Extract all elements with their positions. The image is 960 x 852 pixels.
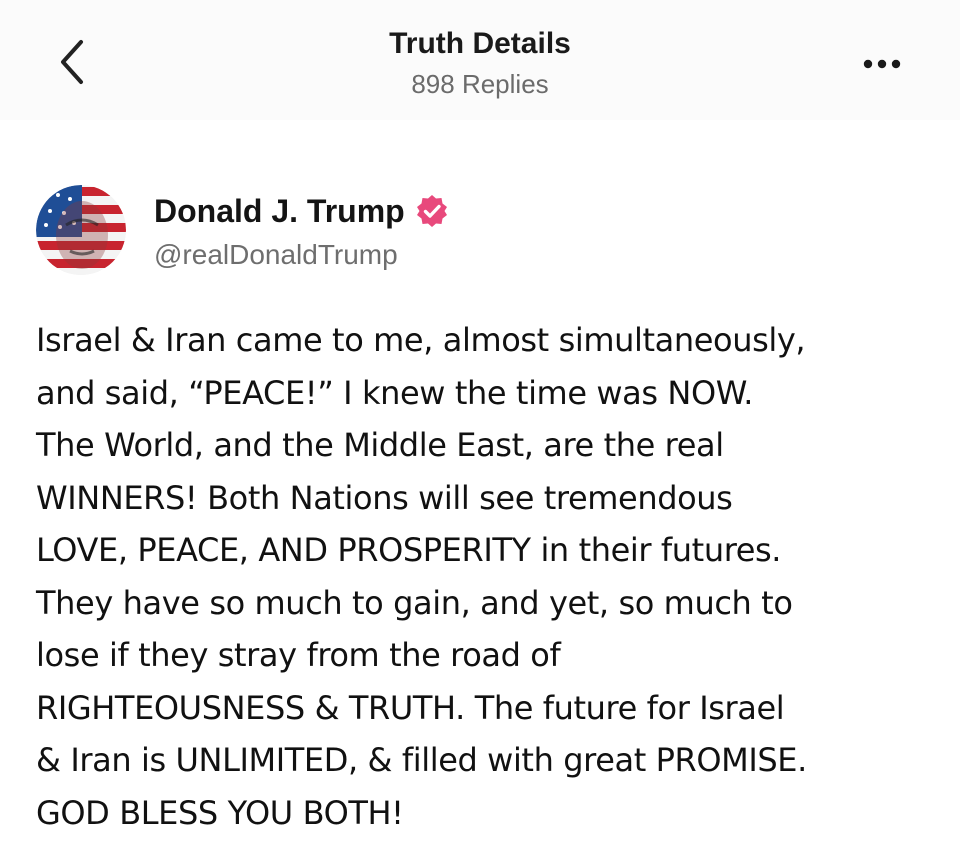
top-bar: Truth Details 898 Replies	[0, 0, 960, 120]
post-author: Donald J. Trump @realDonaldTrump	[36, 184, 449, 276]
verified-badge-icon	[416, 195, 447, 227]
post-line: & Iran is UNLIMITED, & filled with great…	[36, 741, 807, 779]
post-line: They have so much to gain, and yet, so m…	[36, 583, 793, 622]
more-options-button[interactable]	[852, 44, 912, 84]
post-line: LOVE, PEACE, AND PROSPERITY in their fut…	[36, 531, 782, 569]
post-line: WINNERS! Both Nations will see tremendou…	[36, 478, 733, 517]
post-line: lose if they stray from the road of	[36, 636, 561, 674]
replies-count: 898 Replies	[411, 69, 549, 99]
post-line: The World, and the Middle East, are the …	[36, 426, 724, 464]
author-text: Donald J. Trump @realDonaldTrump	[154, 189, 449, 271]
post-line: GOD BLESS YOU BOTH!	[36, 793, 404, 832]
page-title: Truth Details	[389, 27, 571, 60]
more-horizontal-icon	[863, 59, 901, 69]
post-text: Israel & Iran came to me, almost simulta…	[36, 314, 936, 839]
user-handle[interactable]: @realDonaldTrump	[154, 239, 449, 271]
post-line: Israel & Iran came to me, almost simulta…	[36, 321, 806, 359]
avatar[interactable]	[36, 185, 126, 275]
display-name[interactable]: Donald J. Trump	[154, 193, 405, 230]
title-block: Truth Details 898 Replies	[0, 24, 960, 102]
profile-picture-icon	[36, 185, 126, 275]
name-row: Donald J. Trump	[154, 189, 449, 233]
post-line: and said, “PEACE!” I knew the time was N…	[36, 373, 754, 412]
post-line: RIGHTEOUSNESS & TRUTH. The future for Is…	[36, 688, 785, 727]
